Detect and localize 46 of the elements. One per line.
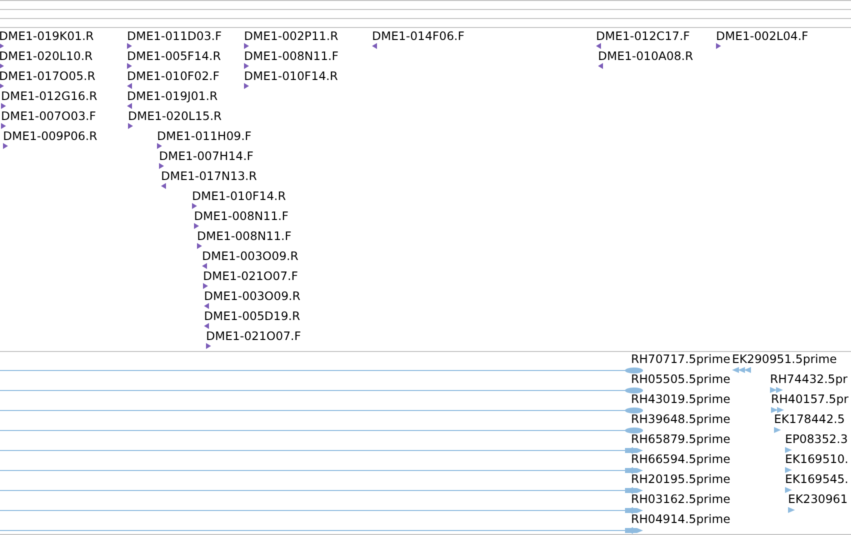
feature-label: DME1-010F14.R (192, 189, 286, 203)
feature-label: DME1-020L15.R (128, 109, 222, 123)
feature-label: RH20195.5prime (631, 472, 730, 486)
feature-label: RH40157.5pr (771, 392, 848, 406)
feature-label: DME1-012G16.R (1, 89, 98, 103)
feature-label: DME1-009P06.R (3, 129, 98, 143)
feature-label: DME1-007H14.F (159, 149, 254, 163)
feature-label: DME1-021O07.F (206, 329, 301, 343)
feature-label: DME1-010F02.F (127, 69, 220, 83)
feature-label: EK230961 (788, 492, 848, 506)
feature-label: RH70717.5prime (631, 352, 730, 366)
feature-label: RH05505.5prime (631, 372, 730, 386)
feature-label: RH43019.5prime (631, 392, 730, 406)
feature-label: DME1-003O09.R (204, 289, 300, 303)
feature-label: DME1-002L04.F (716, 29, 808, 43)
feature-label: DME1-011D03.F (127, 29, 222, 43)
feature-label: EK178442.5 (774, 412, 845, 426)
feature-label: DME1-020L10.R (0, 49, 93, 63)
feature-label: DME1-008N11.F (194, 209, 288, 223)
feature-label: RH74432.5pr (770, 372, 848, 386)
feature-label: DME1-008N11.F (197, 229, 292, 243)
feature-label: DME1-012C17.F (596, 29, 690, 43)
feature-label: EK290951.5prime (732, 352, 837, 366)
feature-label: DME1-008N11.F (244, 49, 338, 63)
feature-label: RH65879.5prime (631, 432, 730, 446)
feature-label: DME1-010F14.R (244, 69, 338, 83)
feature-label: DME1-014F06.F (372, 29, 464, 43)
feature-label: EK169510. (785, 452, 848, 466)
feature-label: DME1-017O05.R (0, 69, 96, 83)
feature-label: EK169545. (785, 472, 848, 486)
feature-label: DME1-005F14.R (127, 49, 221, 63)
feature-label: DME1-019J01.R (127, 89, 218, 103)
feature-label: RH66594.5prime (631, 452, 730, 466)
feature-label: RH39648.5prime (631, 412, 730, 426)
feature-label: DME1-010A08.R (598, 49, 694, 63)
feature-label: DME1-011H09.F (157, 129, 252, 143)
feature-label: DME1-019K01.R (0, 29, 94, 43)
feature-label: DME1-002P11.R (244, 29, 338, 43)
feature-label: DME1-005D19.R (204, 309, 300, 323)
feature-label: RH04914.5prime (631, 512, 730, 526)
feature-label: DME1-017N13.R (161, 169, 257, 183)
feature-label: EP08352.3 (785, 432, 848, 446)
feature-label: DME1-021O07.F (203, 269, 298, 283)
feature-label: DME1-007O03.F (1, 109, 96, 123)
feature-label: RH03162.5prime (631, 492, 730, 506)
feature-label: DME1-003O09.R (202, 249, 298, 263)
